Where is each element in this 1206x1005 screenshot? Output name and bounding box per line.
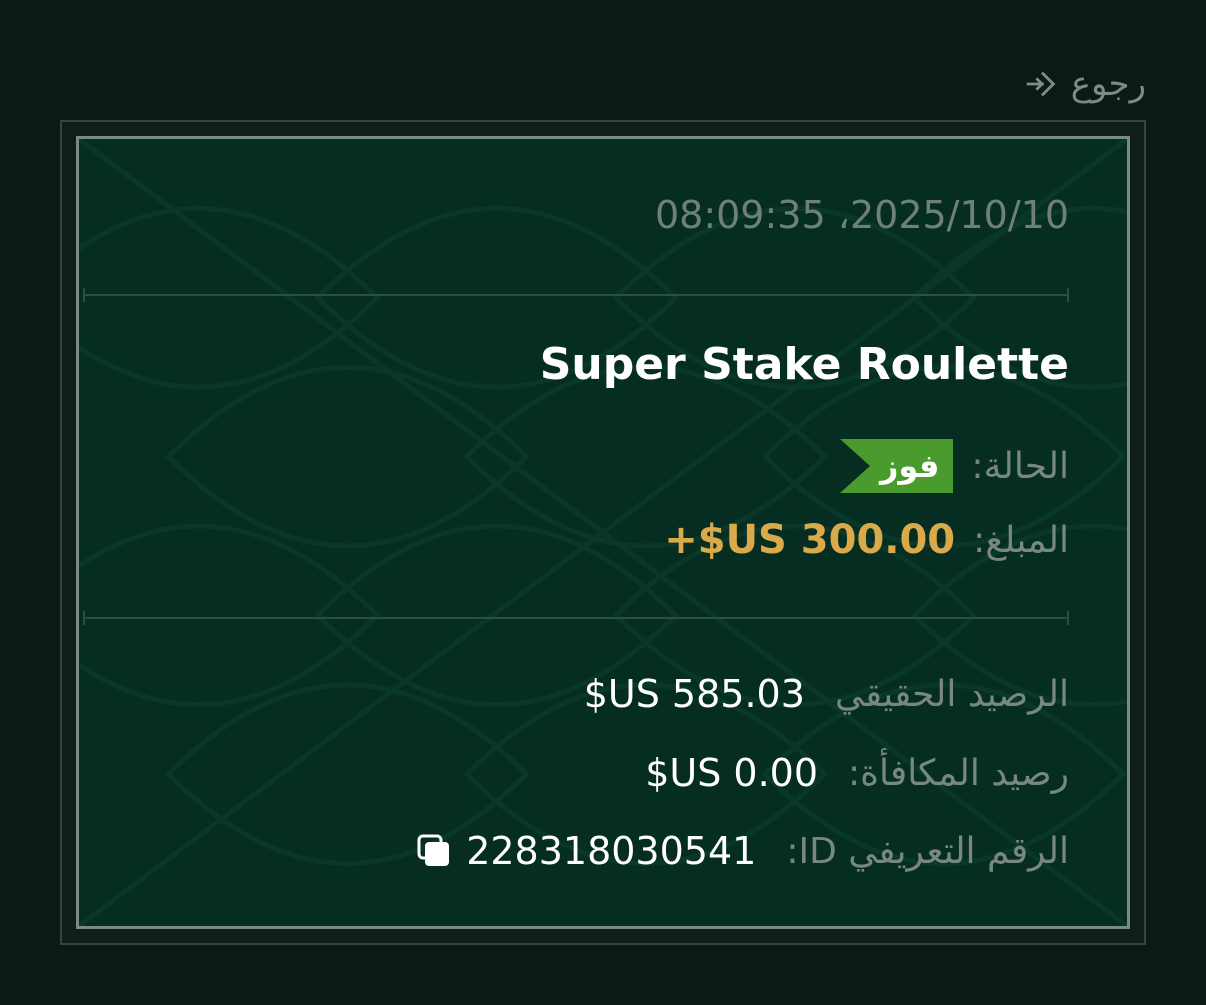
bonus-balance-row: رصيد المكافأة: $US 0.00 xyxy=(645,751,1069,795)
real-balance-value: $US 585.03 xyxy=(583,672,805,716)
amount-value: +$US 300.00 xyxy=(664,517,956,563)
transaction-id-value[interactable]: 228318030541 xyxy=(466,829,756,873)
divider xyxy=(83,288,1069,302)
real-balance-row: الرصيد الحقيقي $US 585.03 xyxy=(584,672,1069,716)
real-balance-label: الرصيد الحقيقي xyxy=(834,673,1069,715)
divider xyxy=(83,611,1069,625)
back-button[interactable]: رجوع xyxy=(1023,64,1146,104)
transaction-card-frame: 08:09:35 ،2025/10/10 Super Stake Roulett… xyxy=(60,120,1146,945)
back-label: رجوع xyxy=(1070,65,1146,103)
bonus-balance-label: رصيد المكافأة: xyxy=(848,752,1069,794)
copy-icon[interactable] xyxy=(416,833,452,869)
transaction-card: 08:09:35 ،2025/10/10 Super Stake Roulett… xyxy=(76,136,1130,929)
status-badge: فوز xyxy=(839,439,954,493)
transaction-id-row: الرقم التعريفي ID: 228318030541 xyxy=(416,829,1069,873)
bonus-balance-value: $US 0.00 xyxy=(645,751,819,795)
status-label: الحالة: xyxy=(971,445,1069,487)
amount-label: المبلغ: xyxy=(973,519,1069,561)
game-title: Super Stake Roulette xyxy=(539,339,1069,390)
back-arrow-icon xyxy=(1026,71,1056,97)
status-row: الحالة: فوز xyxy=(839,439,1069,493)
transaction-datetime: 08:09:35 ،2025/10/10 xyxy=(654,193,1069,237)
amount-row: المبلغ: +$US 300.00 xyxy=(664,517,1069,563)
transaction-id-label: الرقم التعريفي ID: xyxy=(786,830,1069,872)
